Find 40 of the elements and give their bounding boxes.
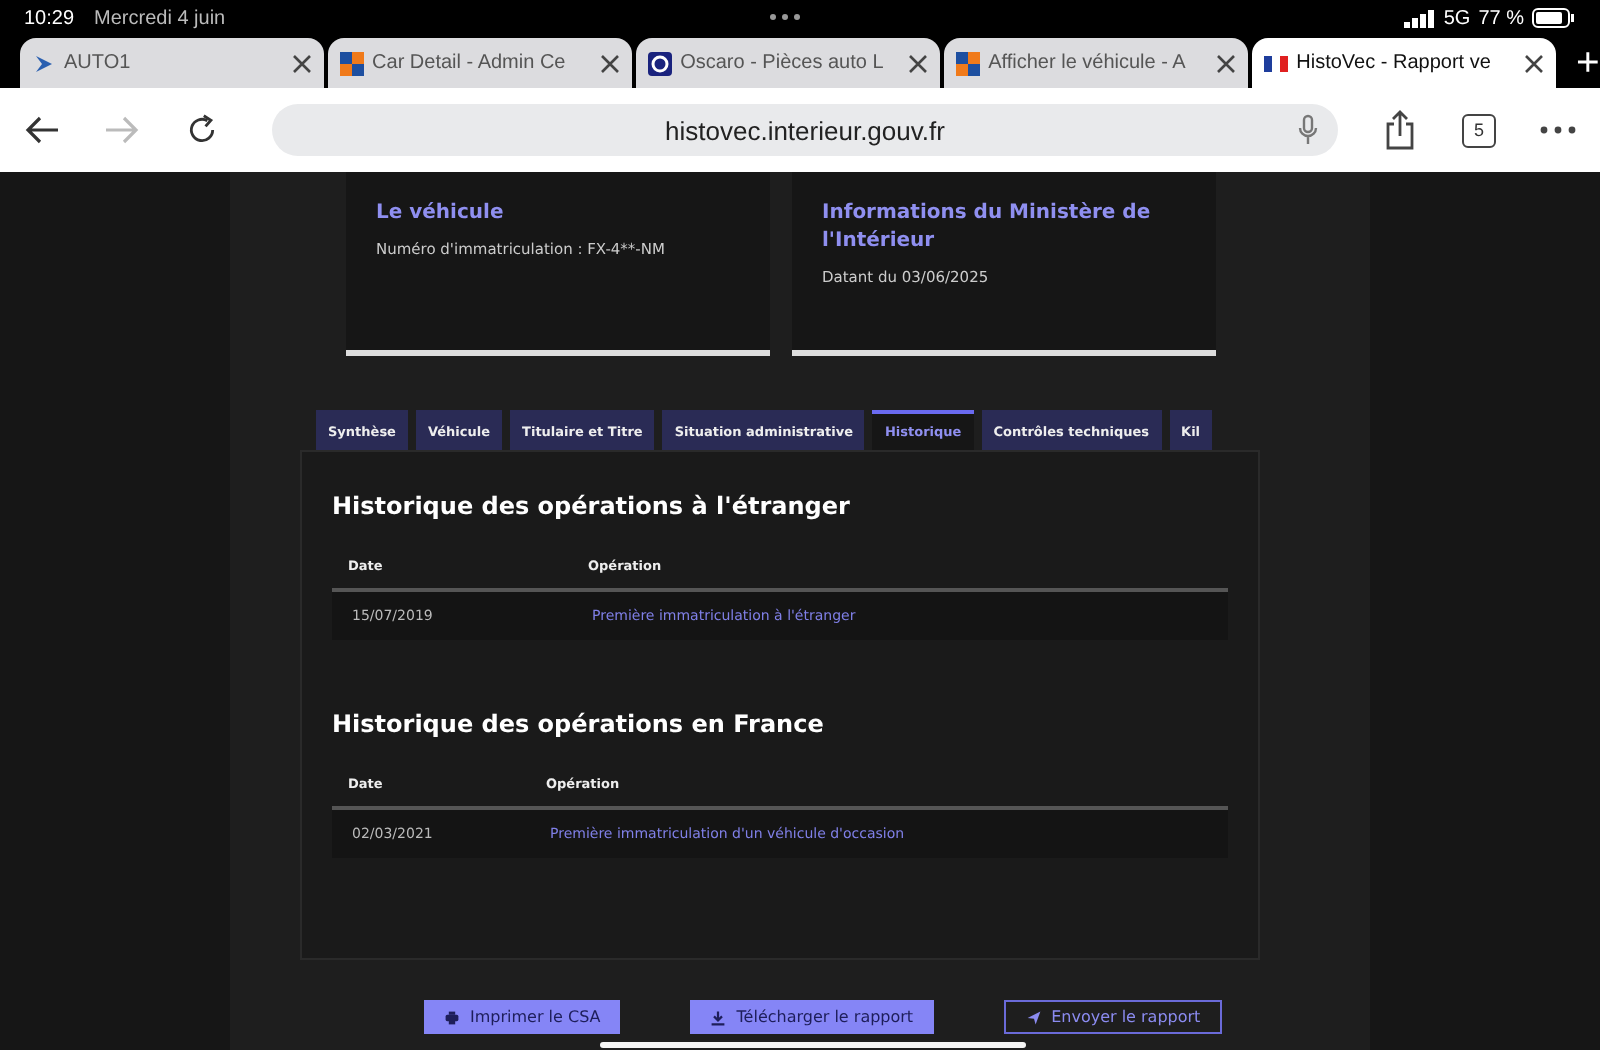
browser-tab[interactable]: Car Detail - Admin Ce: [328, 38, 633, 88]
action-button[interactable]: Télécharger le rapport: [690, 1000, 934, 1034]
reload-icon[interactable]: [184, 114, 220, 146]
battery-percent: 77 %: [1478, 7, 1524, 29]
status-date: Mercredi 4 juin: [94, 7, 226, 29]
share-icon[interactable]: [1382, 110, 1418, 150]
section-heading: Historique des opérations en France: [332, 710, 826, 738]
network-label: 5G: [1443, 7, 1471, 29]
browser-tab[interactable]: HistoVec - Rapport ve: [1252, 38, 1557, 88]
close-icon[interactable]: [908, 53, 929, 73]
new-tab-icon[interactable]: [1576, 50, 1600, 74]
close-icon[interactable]: [1216, 53, 1237, 73]
section-heading: Historique des opérations à l'étranger: [332, 492, 852, 520]
download-icon: [710, 1009, 727, 1025]
close-icon[interactable]: [292, 53, 313, 73]
disc-logo-icon: [648, 51, 673, 75]
back-icon[interactable]: [24, 114, 60, 146]
close-icon[interactable]: [1524, 53, 1545, 73]
action-button[interactable]: Envoyer le rapport: [1003, 1000, 1223, 1034]
more-icon[interactable]: [1540, 126, 1576, 134]
status-time: 10:29: [24, 7, 75, 29]
close-icon[interactable]: [600, 53, 621, 73]
send-icon: [1025, 1009, 1042, 1025]
tab-count-button[interactable]: 5: [1462, 113, 1496, 147]
browser-tab[interactable]: Afficher le véhicule - A: [944, 38, 1249, 88]
multitasking-icon[interactable]: [770, 14, 800, 20]
arrow-logo-icon: [32, 51, 56, 75]
squares-logo-icon: [956, 51, 981, 75]
card-title: Le véhicule: [376, 200, 506, 228]
printer-icon: [444, 1009, 460, 1025]
squares-logo-icon: [340, 51, 365, 75]
card-title: Informations du Ministère de l'Intérieur: [822, 200, 1153, 256]
signal-icon: [1403, 9, 1436, 27]
microphone-icon[interactable]: [1298, 114, 1318, 146]
flag-icon: [1264, 51, 1289, 75]
battery-icon: [1532, 8, 1576, 28]
browser-tab[interactable]: Oscaro - Pièces auto L: [636, 38, 941, 88]
action-button[interactable]: Imprimer le CSA: [424, 1000, 621, 1034]
address-bar[interactable]: histovec.interieur.gouv.fr: [272, 104, 1338, 156]
browser-tab[interactable]: AUTO1: [20, 38, 325, 88]
